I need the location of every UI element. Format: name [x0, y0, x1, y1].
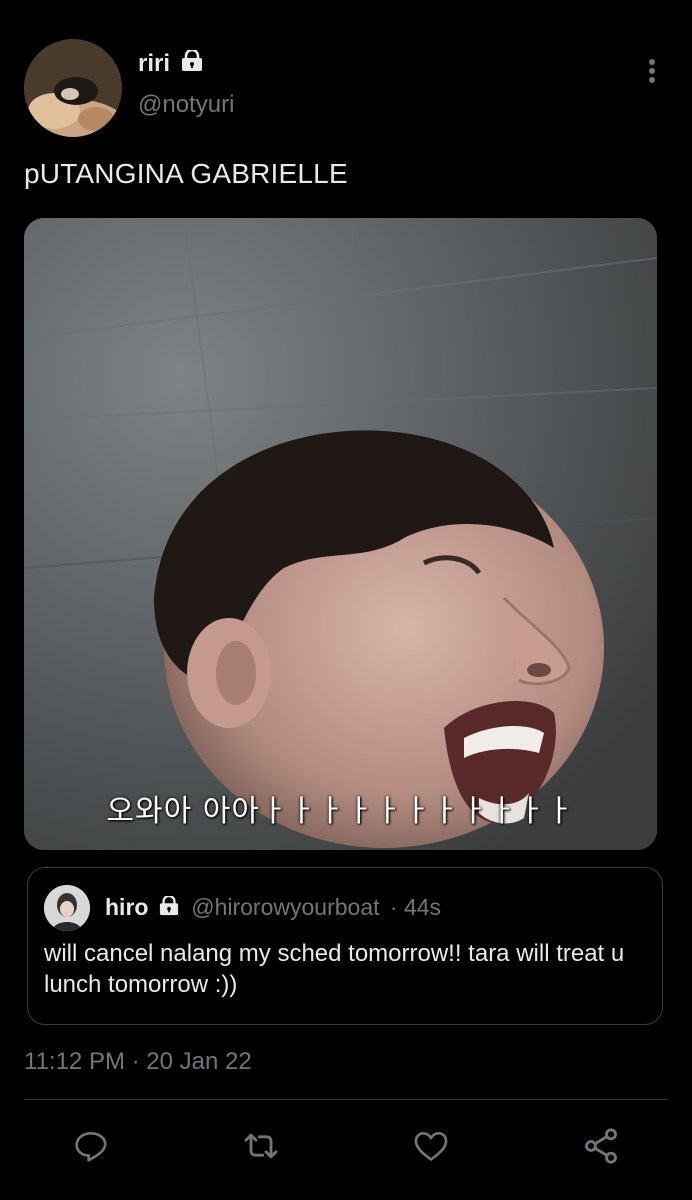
quoted-author-name[interactable]: hiro: [105, 894, 148, 920]
media-caption: 오와아 아아ㅏㅏㅏㅏㅏㅏㅏㅏㅏㅏㅏ: [106, 794, 575, 829]
tweet-text: pUTANGINA GABRIELLE: [24, 158, 348, 189]
lock-icon: [181, 48, 203, 79]
quoted-time: · 44s: [389, 894, 442, 920]
reply-icon[interactable]: [69, 1124, 113, 1168]
tweet-media-image[interactable]: 오와아 아아ㅏㅏㅏㅏㅏㅏㅏㅏㅏㅏㅏ: [24, 218, 657, 850]
share-icon[interactable]: [579, 1124, 623, 1168]
heart-icon[interactable]: [409, 1124, 453, 1168]
author-avatar[interactable]: [24, 39, 122, 137]
quoted-author-handle[interactable]: @hirorowyourboat: [191, 894, 379, 920]
divider: [24, 1099, 668, 1100]
author-name[interactable]: riri: [138, 50, 170, 77]
tweet-timestamp[interactable]: 11:12 PM · 20 Jan 22: [24, 1048, 252, 1076]
lock-icon: [159, 895, 179, 922]
author-handle[interactable]: @notyuri: [138, 91, 234, 119]
quoted-header: hiro @hirorowyourboat · 44s: [105, 894, 441, 922]
more-vertical-icon[interactable]: [638, 56, 666, 90]
author-name-row[interactable]: riri: [138, 48, 203, 79]
retweet-icon[interactable]: [239, 1124, 283, 1168]
quoted-author-avatar[interactable]: [44, 885, 90, 931]
quoted-tweet[interactable]: hiro @hirorowyourboat · 44s will cancel …: [27, 867, 663, 1025]
quoted-text: will cancel nalang my sched tomorrow!! t…: [44, 940, 625, 998]
